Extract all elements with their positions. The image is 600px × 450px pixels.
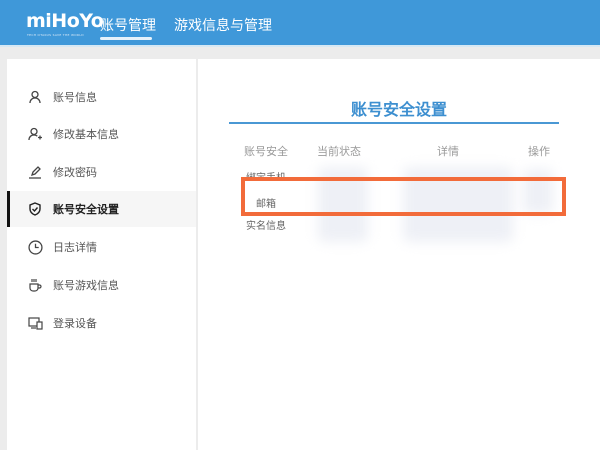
sidebar-item-account-game-info[interactable]: 账号游戏信息: [7, 267, 196, 303]
sidebar-item-label: 修改基本信息: [53, 128, 119, 141]
cup-icon: [27, 277, 43, 293]
nav-account-management[interactable]: 账号管理: [100, 15, 156, 35]
title-divider: [229, 122, 559, 124]
column-header-actions: 操作: [528, 145, 550, 158]
sidebar-item-account-info[interactable]: 账号信息: [7, 79, 196, 115]
clock-icon: [27, 239, 43, 255]
column-header-status: 当前状态: [317, 145, 361, 158]
devices-icon: [27, 315, 43, 331]
email-row-highlight: [241, 177, 566, 216]
main-content: 账号安全设置 账号安全 当前状态 详情 操作 绑定手机 邮箱 实名信息: [198, 59, 600, 450]
page-title: 账号安全设置: [350, 100, 447, 119]
sidebar-item-label: 修改密码: [53, 166, 97, 179]
mihoyo-logo[interactable]: miHoYo: [26, 10, 104, 32]
sidebar-item-label: 账号安全设置: [53, 203, 119, 216]
sidebar-item-label: 日志详情: [53, 241, 97, 254]
sidebar: 账号信息 修改基本信息 修改密码 账号安全设置 日志详情 账号游戏信息 登录设备: [7, 59, 196, 450]
sidebar-item-label: 账号游戏信息: [53, 279, 119, 292]
nav-game-info-management[interactable]: 游戏信息与管理: [174, 15, 272, 35]
user-icon: [27, 89, 43, 105]
nav-active-indicator: [100, 37, 152, 40]
column-header-security: 账号安全: [244, 145, 288, 158]
sidebar-item-change-password[interactable]: 修改密码: [7, 154, 196, 190]
top-header: miHoYo TECH OTAKUS SAVE THE WORLD 账号管理 游…: [0, 0, 600, 47]
sidebar-item-account-security[interactable]: 账号安全设置: [7, 191, 196, 227]
user-edit-icon: [27, 126, 43, 142]
sidebar-item-login-devices[interactable]: 登录设备: [7, 305, 196, 341]
sidebar-item-label: 登录设备: [53, 317, 97, 330]
logo-tagline: TECH OTAKUS SAVE THE WORLD: [27, 33, 84, 37]
sidebar-item-label: 账号信息: [53, 91, 97, 104]
sidebar-item-log-details[interactable]: 日志详情: [7, 229, 196, 265]
column-header-details: 详情: [437, 145, 459, 158]
shield-check-icon: [27, 201, 43, 217]
row-real-name-info: 实名信息: [246, 221, 286, 232]
sidebar-item-edit-basic-info[interactable]: 修改基本信息: [7, 116, 196, 152]
pencil-icon: [27, 164, 43, 180]
